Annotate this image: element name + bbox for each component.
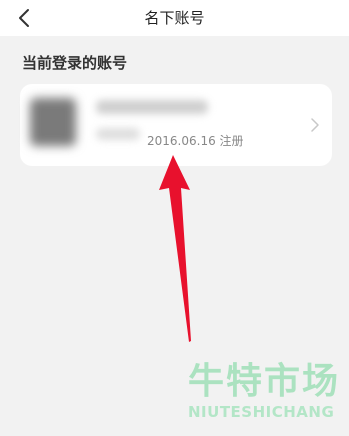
watermark: 牛特市场 NIUTESHICHANG [188,362,348,422]
watermark-subtitle: NIUTESHICHANG [188,403,335,421]
watermark-title: 牛特市场 [188,361,341,402]
